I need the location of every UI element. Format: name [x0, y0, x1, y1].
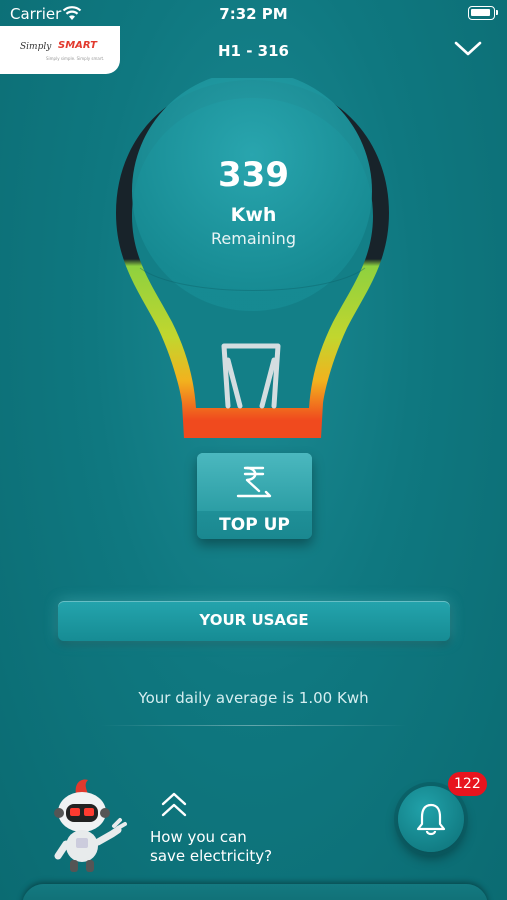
notifications-button[interactable] [398, 786, 464, 852]
status-bar: Carrier 7:32 PM [0, 0, 507, 28]
unit-title: H1 - 316 [218, 42, 289, 60]
energy-bulb-graphic [116, 78, 389, 438]
bottom-sheet-handle[interactable] [22, 884, 488, 900]
remaining-unit: Kwh [230, 204, 277, 226]
notification-count-badge: 122 [448, 772, 487, 796]
tip-line-1: How you can [150, 828, 247, 846]
your-usage-button[interactable]: YOUR USAGE [58, 601, 450, 641]
tip-line-2: save electricity? [150, 847, 273, 865]
battery-icon [468, 6, 498, 20]
double-chevron-up-icon[interactable] [160, 792, 188, 818]
your-usage-label: YOUR USAGE [199, 611, 309, 629]
daily-average-text: Your daily average is 1.00 Kwh [138, 689, 369, 707]
rupee-icon [236, 466, 272, 498]
bell-icon [416, 803, 446, 836]
robot-mascot[interactable] [48, 776, 128, 876]
remaining-kwh-value: 339 [218, 155, 289, 195]
remaining-label: Remaining [211, 229, 296, 248]
top-up-button[interactable]: TOP UP [197, 453, 312, 539]
chevron-down-icon[interactable] [453, 40, 483, 58]
clock: 7:32 PM [219, 5, 288, 23]
divider [100, 725, 407, 726]
save-electricity-tip[interactable]: How you can save electricity? [150, 828, 350, 866]
top-up-label: TOP UP [219, 515, 290, 535]
